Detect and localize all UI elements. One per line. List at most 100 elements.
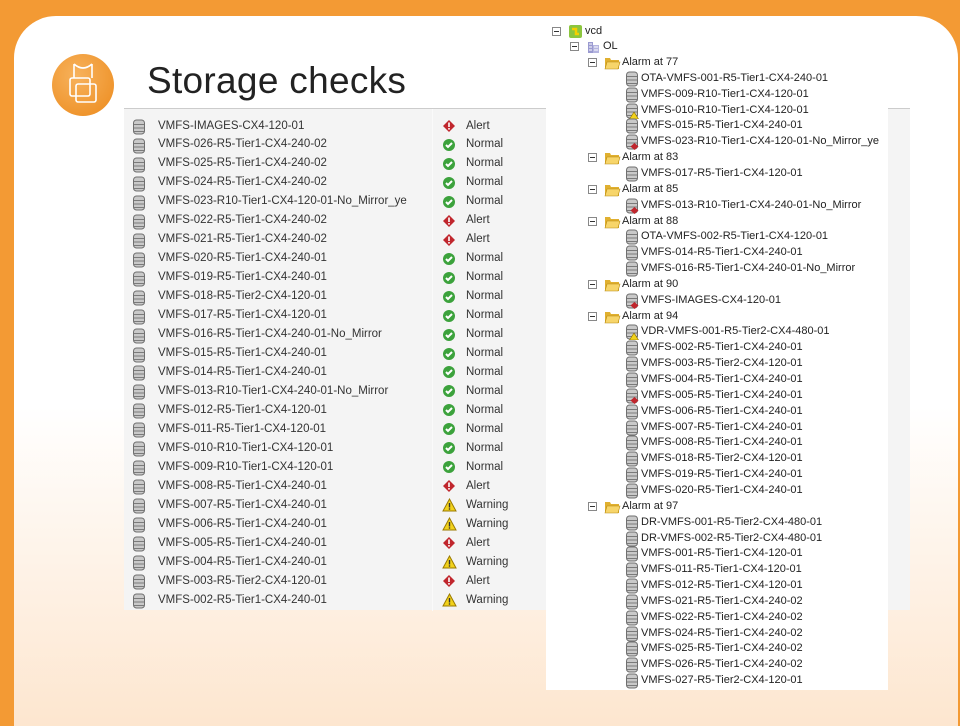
datastore-row[interactable]: VMFS-017-R5-Tier1-CX4-120-01 Normal	[124, 306, 544, 325]
tree-node-datastore[interactable]: VMFS-006-R5-Tier1-CX4-240-01	[546, 404, 888, 420]
tree-node-datastore[interactable]: VMFS-018-R5-Tier2-CX4-120-01	[546, 451, 888, 467]
collapse-toggle-icon[interactable]	[588, 216, 597, 226]
tree-node-datastore[interactable]: VMFS-013-R10-Tier1-CX4-240-01-No_Mirror	[546, 198, 888, 214]
tree-node-alarm-folder[interactable]: Alarm at 94	[546, 309, 888, 325]
tree-node-datastore[interactable]: VMFS-026-R5-Tier1-CX4-240-02	[546, 657, 888, 673]
collapse-toggle-icon[interactable]	[588, 58, 597, 67]
collapse-toggle-icon[interactable]	[588, 311, 597, 321]
status-label: Normal	[466, 384, 504, 397]
tree-node-alarm-folder[interactable]: Alarm at 83	[546, 150, 888, 166]
collapse-toggle-icon[interactable]	[588, 184, 597, 194]
tree-node-datastore[interactable]: VMFS-017-R5-Tier1-CX4-120-01	[546, 166, 888, 182]
datastore-row[interactable]: VMFS-021-R5-Tier1-CX4-240-02 Alert	[124, 230, 544, 249]
tree-node-datastore[interactable]: VMFS-022-R5-Tier1-CX4-240-02	[546, 610, 888, 626]
datastore-row[interactable]: VMFS-IMAGES-CX4-120-01 Alert	[124, 116, 544, 135]
tree-node-datastore[interactable]: VMFS-014-R5-Tier1-CX4-240-01	[546, 245, 888, 261]
tree-node-datastore[interactable]: VMFS-009-R10-Tier1-CX4-120-01	[546, 87, 888, 103]
tree-node-alarm-folder[interactable]: Alarm at 77	[546, 55, 888, 71]
datastore-row[interactable]: VMFS-002-R5-Tier1-CX4-240-01 Warning	[124, 590, 544, 609]
datastore-row[interactable]: VMFS-026-R5-Tier1-CX4-240-02 Normal	[124, 135, 544, 154]
tree-node-datastore[interactable]: VMFS-001-R5-Tier1-CX4-120-01	[546, 546, 888, 562]
tree-node-vcd[interactable]: vcd	[546, 24, 888, 40]
datastore-row[interactable]: VMFS-011-R5-Tier1-CX4-120-01 Normal	[124, 419, 544, 438]
status-label: Normal	[466, 195, 504, 208]
tree-label: DR-VMFS-001-R5-Tier2-CX4-480-01	[641, 515, 823, 528]
datastore-name: VMFS-011-R5-Tier1-CX4-120-01	[158, 422, 327, 435]
tree-label: VMFS-003-R5-Tier2-CX4-120-01	[641, 357, 803, 370]
datastore-name: VMFS-016-R5-Tier1-CX4-240-01-No_Mirror	[158, 328, 382, 341]
datastore-name: VMFS-025-R5-Tier1-CX4-240-02	[158, 157, 327, 170]
tree-node-datastore[interactable]: VMFS-027-R5-Tier2-CX4-120-01	[546, 673, 888, 689]
tree-node-alarm-folder[interactable]: Alarm at 88	[546, 214, 888, 230]
tree-node-datastore[interactable]: VMFS-025-R5-Tier1-CX4-240-02	[546, 641, 888, 657]
alarm-tree: vcd OL Alarm at 77 OTA-VMFS-001-R5-Tier1-CX…	[546, 20, 888, 690]
tree-node-datastore[interactable]: VMFS-012-R5-Tier1-CX4-120-01	[546, 578, 888, 594]
datastore-row[interactable]: VMFS-007-R5-Tier1-CX4-240-01 Warning	[124, 495, 544, 514]
datastore-row[interactable]: VMFS-006-R5-Tier1-CX4-240-01 Warning	[124, 514, 544, 533]
datastore-row[interactable]: VMFS-023-R10-Tier1-CX4-120-01-No_Mirror_…	[124, 192, 544, 211]
datastore-row[interactable]: VMFS-016-R5-Tier1-CX4-240-01-No_Mirror No…	[124, 325, 544, 344]
datastore-name: VMFS-008-R5-Tier1-CX4-240-01	[158, 479, 327, 492]
tree-node-datastore[interactable]: VMFS-002-R5-Tier1-CX4-240-01	[546, 340, 888, 356]
datastore-name: VMFS-015-R5-Tier1-CX4-240-01	[158, 347, 327, 360]
tree-label: VMFS-011-R5-Tier1-CX4-120-01	[641, 563, 802, 576]
status-label: Normal	[466, 138, 504, 151]
status-label: Warning	[466, 593, 509, 606]
datastore-row[interactable]: VMFS-015-R5-Tier1-CX4-240-01 Normal	[124, 344, 544, 363]
tree-node-alarm-folder[interactable]: Alarm at 97	[546, 499, 888, 515]
tree-node-datastore[interactable]: VMFS-023-R10-Tier1-CX4-120-01-No_Mirror_…	[546, 134, 888, 151]
datastore-row[interactable]: VMFS-010-R10-Tier1-CX4-120-01 Normal	[124, 438, 544, 457]
tree-node-datastore[interactable]: VMFS-020-R5-Tier1-CX4-240-01	[546, 483, 888, 499]
datastore-row[interactable]: VMFS-018-R5-Tier2-CX4-120-01 Normal	[124, 287, 544, 306]
tree-node-datastore[interactable]: VMFS-005-R5-Tier1-CX4-240-01	[546, 388, 888, 404]
datastore-row[interactable]: VMFS-024-R5-Tier1-CX4-240-02 Normal	[124, 173, 544, 192]
tree-node-alarm-folder[interactable]: Alarm at 90	[546, 277, 888, 293]
tree-node-datacenter[interactable]: OL	[546, 39, 888, 55]
collapse-toggle-icon[interactable]	[570, 42, 579, 51]
tree-node-datastore[interactable]: DR-VMFS-001-R5-Tier2-CX4-480-01	[546, 515, 888, 531]
datastore-name: VMFS-IMAGES-CX4-120-01	[158, 119, 305, 132]
datastore-row[interactable]: VMFS-003-R5-Tier2-CX4-120-01 Alert	[124, 571, 544, 590]
tree-node-datastore[interactable]: VMFS-011-R5-Tier1-CX4-120-01	[546, 562, 888, 578]
tree-node-datastore[interactable]: VDR-VMFS-001-R5-Tier2-CX4-480-01	[546, 324, 888, 341]
status-normal-icon	[442, 195, 456, 212]
tree-node-datastore[interactable]: VMFS-021-R5-Tier1-CX4-240-02	[546, 594, 888, 610]
datastore-row[interactable]: VMFS-025-R5-Tier1-CX4-240-02 Normal	[124, 154, 544, 173]
collapse-toggle-icon[interactable]	[552, 27, 561, 36]
datastore-row[interactable]: VMFS-005-R5-Tier1-CX4-240-01 Alert	[124, 533, 544, 552]
tree-node-datastore[interactable]: VMFS-016-R5-Tier1-CX4-240-01-No_Mirror	[546, 261, 888, 277]
tree-label: Alarm at 97	[622, 499, 679, 512]
tree-node-datastore[interactable]: VMFS-004-R5-Tier1-CX4-240-01	[546, 372, 888, 388]
tree-label: VMFS-008-R5-Tier1-CX4-240-01	[641, 436, 803, 449]
collapse-toggle-icon[interactable]	[588, 279, 597, 289]
collapse-toggle-icon[interactable]	[588, 501, 597, 511]
status-label: Normal	[466, 422, 504, 435]
tree-node-datastore[interactable]: VMFS-019-R5-Tier1-CX4-240-01	[546, 467, 888, 483]
tree-node-datastore[interactable]: DR-VMFS-002-R5-Tier2-CX4-480-01	[546, 531, 888, 547]
datastore-row[interactable]: VMFS-004-R5-Tier1-CX4-240-01 Warning	[124, 552, 544, 571]
status-normal-icon	[442, 328, 456, 345]
status-normal-icon	[442, 176, 456, 193]
tree-node-datastore[interactable]: OTA-VMFS-001-R5-Tier1-CX4-240-01	[546, 71, 888, 87]
datastore-row[interactable]: VMFS-014-R5-Tier1-CX4-240-01 Normal	[124, 362, 544, 381]
tree-node-datastore[interactable]: VMFS-010-R10-Tier1-CX4-120-01	[546, 103, 888, 119]
datastore-row[interactable]: VMFS-012-R5-Tier1-CX4-120-01 Normal	[124, 400, 544, 419]
datastore-row[interactable]: VMFS-008-R5-Tier1-CX4-240-01 Alert	[124, 476, 544, 495]
datastore-row[interactable]: VMFS-019-R5-Tier1-CX4-240-01 Normal	[124, 268, 544, 287]
tree-node-datastore[interactable]: VMFS-007-R5-Tier1-CX4-240-01	[546, 420, 888, 436]
datastore-row[interactable]: VMFS-009-R10-Tier1-CX4-120-01 Normal	[124, 457, 544, 476]
status-warning-icon	[442, 555, 457, 572]
tree-label: VMFS-010-R10-Tier1-CX4-120-01	[641, 103, 809, 116]
tree-node-datastore[interactable]: VMFS-024-R5-Tier1-CX4-240-02	[546, 626, 888, 642]
tree-node-datastore[interactable]: VMFS-IMAGES-CX4-120-01	[546, 293, 888, 309]
collapse-toggle-icon[interactable]	[588, 153, 597, 163]
tree-node-datastore[interactable]: VMFS-008-R5-Tier1-CX4-240-01	[546, 435, 888, 451]
tree-label: VMFS-IMAGES-CX4-120-01	[641, 293, 781, 306]
tree-node-datastore[interactable]: OTA-VMFS-002-R5-Tier1-CX4-120-01	[546, 229, 888, 245]
tree-node-datastore[interactable]: VMFS-015-R5-Tier1-CX4-240-01	[546, 118, 888, 134]
tree-node-datastore[interactable]: VMFS-003-R5-Tier2-CX4-120-01	[546, 356, 888, 372]
datastore-row[interactable]: VMFS-020-R5-Tier1-CX4-240-01 Normal	[124, 249, 544, 268]
datastore-row[interactable]: VMFS-022-R5-Tier1-CX4-240-02 Alert	[124, 211, 544, 230]
tree-node-alarm-folder[interactable]: Alarm at 85	[546, 182, 888, 198]
datastore-row[interactable]: VMFS-013-R10-Tier1-CX4-240-01-No_Mirror N…	[124, 381, 544, 400]
